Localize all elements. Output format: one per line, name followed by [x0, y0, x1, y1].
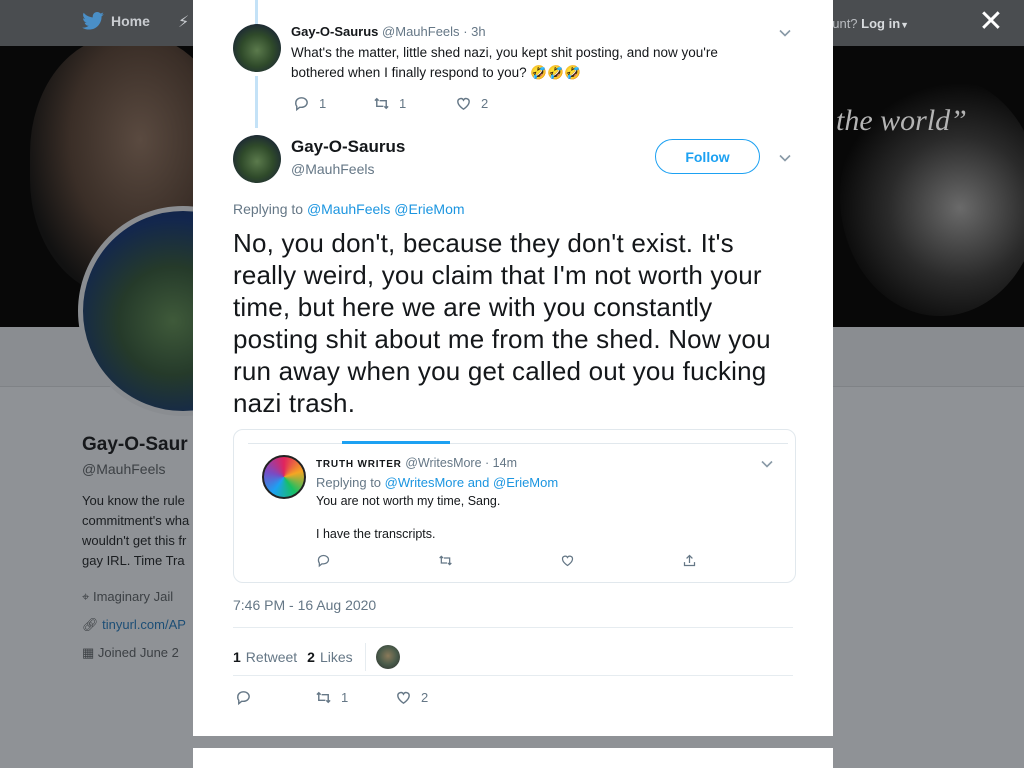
embedded-actions [316, 553, 795, 568]
image-tab-indicator [342, 441, 450, 444]
previous-tweet[interactable]: Gay-O-Saurus @MauhFeels · 3h What's the … [233, 24, 793, 124]
embedded-replying-link: @WritesMore and @ErieMom [384, 475, 559, 490]
main-tweet-actions: 1 2 [235, 689, 428, 706]
main-tweet-header: Gay-O-Saurus @MauhFeels Follow [233, 135, 793, 185]
retweet-count: 1 [341, 690, 349, 705]
caret-down-icon: ▼ [900, 20, 910, 30]
replying-to-link[interactable]: @MauhFeels [307, 201, 390, 217]
retweet-button[interactable]: 1 [315, 689, 395, 706]
tweet-actions: 1 1 2 [293, 95, 488, 112]
tweet-modal: Gay-O-Saurus @MauhFeels · 3h What's the … [193, 0, 833, 736]
embedded-author-handle: @WritesMore [405, 456, 482, 470]
calendar-icon: ▦ [82, 645, 95, 660]
bio-line: wouldn't get this fr [82, 533, 187, 548]
profile-bio: You know the rule commitment's wha would… [82, 491, 200, 571]
embedded-reply-icon [316, 553, 438, 568]
follow-button[interactable]: Follow [655, 139, 760, 174]
profile-link-text[interactable]: tinyurl.com/AP [102, 617, 186, 632]
embedded-retweet-icon [438, 553, 560, 568]
embedded-avatar [262, 455, 306, 499]
thread-line [255, 0, 258, 24]
divider [233, 627, 793, 628]
tweet-timestamp[interactable]: 7:46 PM - 16 Aug 2020 [233, 597, 376, 613]
profile-location: ⌖ Imaginary Jail [82, 583, 200, 611]
replying-prefix: Replying to [233, 201, 304, 217]
like-stat[interactable]: 2 Likes [307, 649, 352, 665]
reply-count: 1 [319, 96, 327, 111]
embedded-replying-prefix: Replying to [316, 475, 382, 490]
author-avatar[interactable] [233, 135, 281, 183]
retweet-icon [316, 691, 331, 704]
divider [233, 675, 793, 676]
location-pin-icon: ⌖ [82, 589, 90, 604]
reply-icon [237, 691, 250, 706]
tweet-stats: 1 Retweet 2 Likes [233, 643, 400, 671]
tweet-text: What's the matter, little shed nazi, you… [291, 45, 718, 80]
twitter-bird-icon [82, 12, 104, 30]
chevron-down-icon[interactable] [778, 151, 792, 165]
like-stat-count: 2 [307, 649, 315, 665]
author-name[interactable]: Gay-O-Saurus [291, 24, 378, 39]
bio-line: You know the rule [82, 493, 185, 508]
stats-separator [364, 643, 366, 671]
embedded-replying-to: Replying to @WritesMore and @ErieMom [316, 475, 558, 490]
reply-icon [295, 97, 308, 112]
embedded-text-line: I have the transcripts. [316, 527, 436, 541]
embedded-author-name: TRUTH WRITER [316, 459, 402, 470]
retweet-stat-count: 1 [233, 649, 241, 665]
retweet-stat[interactable]: 1 Retweet [233, 649, 297, 665]
nav-home-label: Home [111, 13, 150, 29]
profile-link[interactable]: 🔗︎ tinyurl.com/AP [82, 611, 200, 639]
embedded-share-icon [682, 553, 795, 568]
chevron-down-icon[interactable] [778, 26, 792, 40]
replying-to-link[interactable]: @ErieMom [394, 201, 464, 217]
bio-line: commitment's wha [82, 513, 190, 528]
footer-strip [193, 748, 833, 768]
like-button[interactable]: 2 [455, 95, 488, 112]
retweet-button[interactable]: 1 [373, 95, 455, 112]
embedded-tweet-header: TRUTH WRITER @WritesMore · 14m [316, 456, 517, 470]
profile-location-text: Imaginary Jail [92, 589, 174, 604]
link-icon: 🔗︎ [82, 617, 99, 632]
main-tweet-text: No, you don't, because they don't exist.… [233, 228, 771, 418]
author-name[interactable]: Gay-O-Saurus [291, 137, 405, 157]
login-link[interactable]: Log in [861, 16, 900, 31]
attached-image[interactable]: TRUTH WRITER @WritesMore · 14m Replying … [233, 429, 796, 583]
chevron-down-icon [760, 457, 774, 471]
image-top-divider [248, 443, 788, 444]
lightning-icon[interactable]: ⚡︎ [178, 12, 189, 32]
like-count: 2 [421, 690, 429, 705]
profile-name: Gay-O-Saur [82, 434, 188, 455]
replying-to: Replying to @MauhFeels @ErieMom [233, 201, 465, 217]
banner-quote: the world” [836, 104, 967, 137]
close-modal-button[interactable]: ✕ [978, 7, 1004, 37]
tweet-time[interactable]: · 3h [463, 24, 485, 39]
like-button[interactable]: 2 [395, 689, 428, 706]
author-handle[interactable]: @MauhFeels [291, 161, 374, 177]
profile-joined: ▦ Joined June 2 [82, 639, 200, 667]
author-handle[interactable]: @MauhFeels [382, 24, 460, 39]
profile-joined-text: Joined June 2 [97, 645, 179, 660]
embedded-tweet-time: · 14m [485, 456, 517, 470]
reply-button[interactable] [235, 689, 315, 706]
retweet-stat-label: Retweet [245, 649, 298, 665]
embedded-heart-icon [560, 553, 682, 568]
profile-info: ⌖ Imaginary Jail 🔗︎ tinyurl.com/AP ▦ Joi… [82, 583, 200, 667]
heart-icon [457, 97, 470, 111]
liker-avatar[interactable] [375, 645, 400, 669]
bio-line: gay IRL. Time Tra [82, 553, 185, 568]
like-count: 2 [481, 96, 489, 111]
profile-handle: @MauhFeels [82, 461, 166, 477]
tweet-header: Gay-O-Saurus @MauhFeels · 3h [291, 24, 486, 39]
embedded-text-line: You are not worth my time, Sang. [316, 494, 501, 508]
profile-card: Gay-O-Saur @MauhFeels You know the rule … [82, 434, 200, 667]
author-avatar[interactable] [233, 24, 281, 72]
like-stat-label: Likes [319, 649, 353, 665]
reply-button[interactable]: 1 [293, 95, 373, 112]
retweet-icon [374, 97, 389, 110]
nav-home[interactable]: Home [82, 12, 150, 30]
heart-icon [397, 691, 410, 705]
retweet-count: 1 [399, 96, 407, 111]
